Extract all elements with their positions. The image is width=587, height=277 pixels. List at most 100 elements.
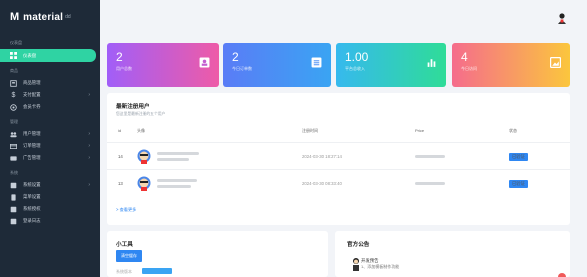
view-more-link[interactable]: > 查看更多: [116, 207, 136, 213]
latest-users-panel: 最新注册用户 您这里是最新注册的五个用户 id 头像 注册时间 Price 状态…: [107, 93, 570, 225]
blurred-price: [415, 182, 445, 185]
sidebar-item-label: 支付配置: [23, 92, 41, 97]
stat-label: 用户总数: [116, 66, 132, 71]
sidebar-item-goods[interactable]: 商品管理: [0, 77, 100, 89]
stat-value: 4: [461, 50, 468, 64]
stat-card-visits[interactable]: 4 今日访问: [452, 43, 570, 87]
bar-chart-icon: [427, 59, 436, 67]
stat-label: 今日访问: [461, 66, 477, 71]
stat-card-orders[interactable]: 2 今日订单数: [223, 43, 331, 87]
user-card-icon: [199, 57, 210, 68]
chevron-right-icon: ›: [88, 155, 90, 161]
sidebar-item-logs[interactable]: 登录日志: [0, 215, 100, 227]
sidebar-item-label: 系统设置: [23, 182, 41, 187]
image-icon: [550, 57, 561, 68]
sidebar-item-label: 系统授权: [23, 206, 41, 211]
dollar-icon: $: [11, 91, 16, 99]
clear-cache-button[interactable]: 清空缓存: [116, 250, 142, 262]
floating-action-button[interactable]: [558, 273, 566, 277]
sidebar: M material dd 仪表盘 仪表盘 商品 商品管理 $ 支付配置 › 会…: [0, 0, 100, 277]
brand-mark: M: [10, 11, 20, 23]
version-badge: [142, 268, 172, 274]
col-status: 状态: [509, 128, 517, 133]
grid-icon: [10, 52, 17, 59]
blurred-username: [157, 152, 199, 155]
col-avatar: 头像: [137, 128, 145, 133]
blurred-price: [415, 155, 445, 158]
sidebar-item-users[interactable]: 用户管理 ›: [0, 128, 100, 140]
table-header: id 头像 注册时间 Price 状态: [107, 126, 570, 136]
stat-value: 1.00: [345, 50, 369, 64]
faint-label: 系统版本: [116, 269, 132, 274]
brand-name: material: [23, 11, 64, 23]
user-avatar: [137, 176, 151, 191]
col-date: 注册时间: [302, 128, 318, 133]
sidebar-item-label: 菜单设置: [23, 194, 41, 199]
log-icon: [10, 218, 17, 225]
sidebar-item-ads[interactable]: 广告管理 ›: [0, 152, 100, 164]
sidebar-item-label: 商品管理: [23, 80, 41, 85]
ad-icon: [10, 155, 17, 162]
chevron-right-icon: ›: [88, 131, 90, 137]
menu-icon: [10, 193, 17, 201]
table-row[interactable]: 13 2024-03-30 08:33:40 已验证: [107, 169, 570, 195]
topbar: [100, 0, 587, 36]
users-icon: [10, 131, 17, 138]
panel-title: 最新注册用户: [116, 104, 150, 110]
group-title-system: 系统: [10, 170, 18, 175]
chevron-right-icon: ›: [88, 182, 90, 188]
status-badge: 已验证: [509, 153, 528, 161]
sidebar-item-label: 仪表盘: [23, 52, 37, 58]
status-badge: 已验证: [509, 180, 528, 188]
box-icon: [10, 79, 17, 87]
cell-date: 2024-03-30 08:33:40: [302, 181, 342, 186]
brand-suffix: dd: [65, 14, 71, 20]
sidebar-item-label: 广告管理: [23, 155, 41, 160]
circle-icon: [10, 103, 17, 111]
user-avatar-icon[interactable]: [557, 13, 567, 24]
sidebar-item-payment[interactable]: $ 支付配置 ›: [0, 89, 100, 101]
panel-title: 官方公告: [347, 242, 370, 248]
user-avatar: [137, 149, 151, 164]
blurred-username: [157, 179, 197, 182]
stat-label: 平台总收入: [345, 66, 365, 71]
cell-date: 2024-03-30 18:27:14: [302, 154, 342, 159]
panel-subtitle: 您这里是最新注册的五个用户: [116, 112, 166, 116]
settings-icon: [10, 182, 17, 189]
sidebar-item-settings[interactable]: 系统设置 ›: [0, 179, 100, 191]
panel-title: 小工具: [116, 242, 133, 248]
notice-avatar: [353, 258, 359, 271]
notice-panel: 官方公告 开发预告 1、添加模板制作功能: [335, 231, 570, 277]
chevron-right-icon: ›: [88, 92, 90, 98]
stat-value: 2: [116, 50, 123, 64]
blurred-email: [157, 185, 191, 188]
license-icon: [10, 206, 17, 213]
list-icon: [311, 57, 322, 68]
sidebar-item-license[interactable]: 系统授权: [0, 203, 100, 215]
table-row[interactable]: 14 2024-03-30 18:27:14 已验证: [107, 142, 570, 168]
group-title-manage: 管理: [10, 119, 18, 124]
sidebar-item-menu[interactable]: 菜单设置: [0, 191, 100, 203]
stat-card-revenue[interactable]: 1.00 平台总收入: [336, 43, 446, 87]
cell-id: 14: [118, 154, 123, 159]
sidebar-item-overview[interactable]: 仪表盘: [0, 49, 96, 62]
sidebar-item-label: 用户管理: [23, 131, 41, 136]
sidebar-item-coupons[interactable]: 会员卡券: [0, 101, 100, 113]
blurred-email: [157, 158, 189, 161]
sidebar-item-label: 登录日志: [23, 218, 41, 223]
group-title-dashboard: 仪表盘: [10, 40, 22, 45]
group-title-goods: 商品: [10, 68, 18, 73]
stat-card-users[interactable]: 2 用户总数: [107, 43, 219, 87]
stat-label: 今日订单数: [232, 66, 252, 71]
chevron-right-icon: ›: [88, 143, 90, 149]
col-id: id: [118, 128, 122, 133]
card-icon: [10, 143, 17, 150]
brand-logo[interactable]: M material dd: [0, 0, 100, 34]
sidebar-item-label: 订单管理: [23, 143, 41, 148]
tools-panel: 小工具 清空缓存 系统版本: [107, 231, 328, 277]
sidebar-item-orders[interactable]: 订单管理 ›: [0, 140, 100, 152]
notice-text: 1、添加模板制作功能: [361, 264, 400, 269]
cell-id: 13: [118, 181, 123, 186]
stat-value: 2: [232, 50, 239, 64]
col-price: Price: [415, 128, 425, 133]
